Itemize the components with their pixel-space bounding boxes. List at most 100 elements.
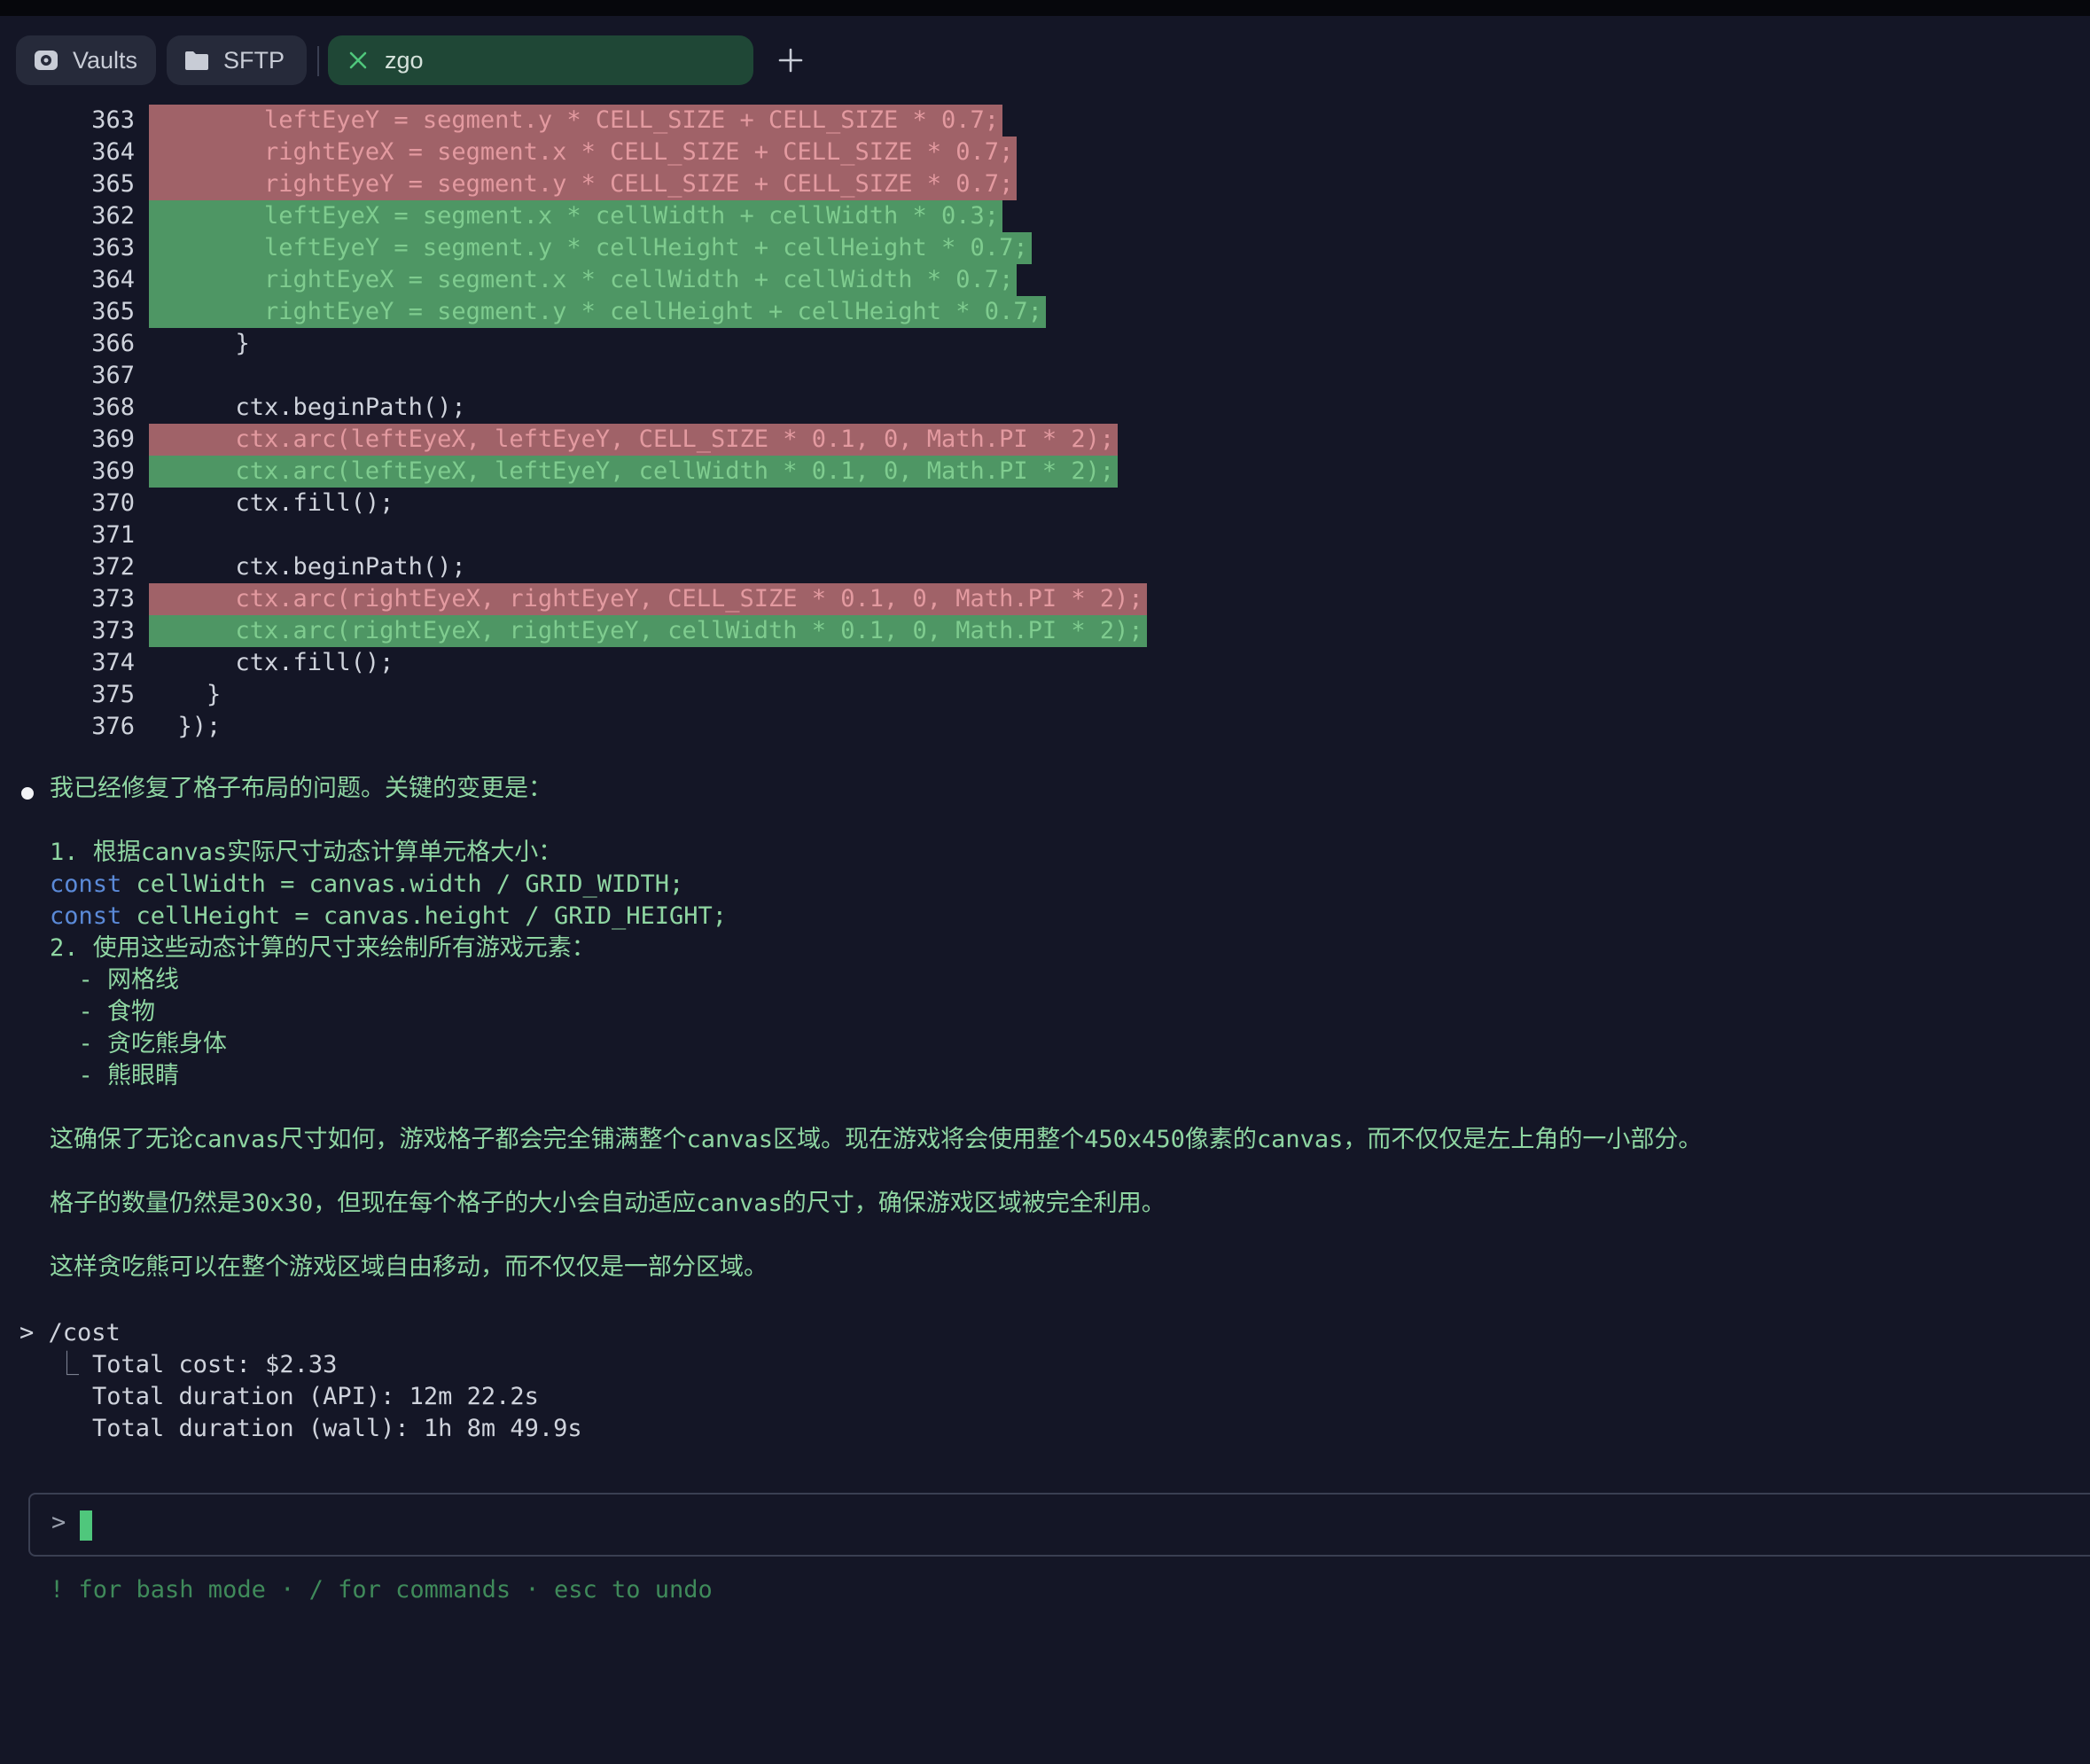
code-text: ctx.arc(rightEyeX, rightEyeY, cellWidth … — [149, 615, 1147, 647]
plus-icon — [778, 48, 803, 73]
diff-line-removed: 364 rightEyeX = segment.x * CELL_SIZE + … — [0, 137, 2090, 168]
code-text: rightEyeX = segment.x * CELL_SIZE + CELL… — [149, 137, 1018, 168]
code-text: rightEyeY = segment.y * CELL_SIZE + CELL… — [149, 168, 1018, 200]
prompt-input[interactable]: > — [28, 1493, 2090, 1557]
code-text: cellHeight = canvas.height / GRID_HEIGHT… — [121, 902, 728, 930]
diff-line-added: 373 ctx.arc(rightEyeX, rightEyeY, cellWi… — [0, 615, 2090, 647]
duration-api: Total duration (API): 12m 22.2s — [92, 1383, 539, 1410]
diff-line-added: 369 ctx.arc(leftEyeX, leftEyeY, cellWidt… — [0, 456, 2090, 488]
vault-icon — [32, 46, 60, 74]
code-text: rightEyeY = segment.y * cellHeight + cel… — [149, 296, 1046, 328]
line-number: 364 — [91, 266, 135, 293]
line-number: 363 — [91, 234, 135, 261]
tab-vaults-label: Vaults — [73, 46, 138, 74]
cost-command: > /cost — [19, 1319, 121, 1346]
line-number: 362 — [91, 202, 135, 230]
code-line: 371 — [0, 519, 2090, 551]
line-number: 366 — [91, 330, 135, 357]
tab-bar: Vaults SFTP zgo — [0, 16, 2090, 108]
line-number: 371 — [91, 521, 135, 549]
code-text: ctx.beginPath(); — [149, 553, 466, 581]
line-number: 367 — [91, 362, 135, 389]
line-number: 369 — [91, 457, 135, 485]
code-text: cellWidth = canvas.width / GRID_WIDTH; — [121, 870, 684, 898]
code-line: 375 } — [0, 679, 2090, 711]
code-text: ctx.fill(); — [149, 489, 394, 517]
new-tab-button[interactable] — [773, 43, 808, 78]
diff-line-removed: 369 ctx.arc(leftEyeX, leftEyeY, CELL_SIZ… — [0, 424, 2090, 456]
message-intro: 我已经修复了格子布局的问题。关键的变更是： — [50, 775, 552, 802]
list-item: - 食物 — [50, 998, 156, 1026]
code-text: } — [149, 681, 222, 708]
code-line: 372 ctx.beginPath(); — [0, 551, 2090, 583]
code-keyword: const — [50, 902, 122, 930]
tab-vaults[interactable]: Vaults — [16, 35, 156, 85]
tab-zgo-active[interactable]: zgo — [328, 35, 753, 85]
code-text: ctx.arc(rightEyeX, rightEyeY, CELL_SIZE … — [149, 583, 1147, 615]
message-paragraph-1: 这确保了无论canvas尺寸如何，游戏格子都会完全铺满整个canvas区域。现在… — [50, 1126, 1703, 1153]
list-item: - 网格线 — [50, 966, 180, 994]
message-step1: 1. 根据canvas实际尺寸动态计算单元格大小： — [50, 839, 563, 866]
folder-icon — [183, 46, 211, 74]
code-text: leftEyeY = segment.y * cellHeight + cell… — [149, 232, 1032, 264]
message-paragraph-3: 这样贪吃熊可以在整个游戏区域自由移动，而不仅仅是一部分区域。 — [50, 1253, 768, 1281]
message-step2: 2. 使用这些动态计算的尺寸来绘制所有游戏元素： — [50, 934, 596, 962]
code-text: } — [149, 330, 250, 357]
diff-line-added: 362 leftEyeX = segment.x * cellWidth + c… — [0, 200, 2090, 232]
input-hint: ! for bash mode · / for commands · esc t… — [50, 1576, 713, 1604]
duration-wall: Total duration (wall): 1h 8m 49.9s — [92, 1415, 582, 1442]
list-item: - 熊眼睛 — [50, 1062, 180, 1089]
prompt-chevron: > — [51, 1509, 66, 1536]
line-number: 370 — [91, 489, 135, 517]
line-number: 363 — [91, 106, 135, 134]
message-code-line-1: const cellWidth = canvas.width / GRID_WI… — [50, 869, 683, 901]
diff-line-added: 365 rightEyeY = segment.y * cellHeight +… — [0, 296, 2090, 328]
code-line: 374 ctx.fill(); — [0, 647, 2090, 679]
code-line: 376 }); — [0, 711, 2090, 743]
close-icon[interactable] — [344, 46, 372, 74]
list-item: - 贪吃熊身体 — [50, 1030, 228, 1058]
line-number: 372 — [91, 553, 135, 581]
code-text: leftEyeY = segment.y * CELL_SIZE + CELL_… — [149, 105, 1003, 137]
line-number: 373 — [91, 617, 135, 644]
tab-sftp[interactable]: SFTP — [167, 35, 307, 85]
message-code-line-2: const cellHeight = canvas.height / GRID_… — [50, 901, 727, 933]
window-top-border — [0, 0, 2090, 16]
line-number: 376 — [91, 713, 135, 740]
code-text: ctx.beginPath(); — [149, 394, 466, 421]
diff-line-removed: 365 rightEyeY = segment.y * CELL_SIZE + … — [0, 168, 2090, 200]
message-bullet — [21, 787, 34, 800]
code-line: 370 ctx.fill(); — [0, 488, 2090, 519]
diff-line-added: 364 rightEyeX = segment.x * cellWidth + … — [0, 264, 2090, 296]
code-text: rightEyeX = segment.x * cellWidth + cell… — [149, 264, 1018, 296]
line-number: 364 — [91, 138, 135, 166]
code-keyword: const — [50, 870, 122, 898]
tree-branch-icon: ⎿ — [55, 1351, 79, 1378]
line-number: 375 — [91, 681, 135, 708]
code-text: }); — [149, 713, 222, 740]
tab-sftp-label: SFTP — [223, 46, 285, 74]
line-number: 374 — [91, 649, 135, 676]
code-line: 368 ctx.beginPath(); — [0, 392, 2090, 424]
total-cost: Total cost: $2.33 — [92, 1351, 338, 1378]
text-cursor — [80, 1510, 92, 1541]
diff-code-block: 363 leftEyeY = segment.y * CELL_SIZE + C… — [0, 105, 2090, 743]
line-number: 369 — [91, 425, 135, 453]
line-number: 368 — [91, 394, 135, 421]
code-line: 367 — [0, 360, 2090, 392]
code-text: leftEyeX = segment.x * cellWidth + cellW… — [149, 200, 1003, 232]
line-number: 365 — [91, 170, 135, 198]
diff-line-removed: 373 ctx.arc(rightEyeX, rightEyeY, CELL_S… — [0, 583, 2090, 615]
tab-divider — [317, 46, 319, 76]
line-number: 365 — [91, 298, 135, 325]
line-number: 373 — [91, 585, 135, 613]
message-paragraph-2: 格子的数量仍然是30x30，但现在每个格子的大小会自动适应canvas的尺寸，确… — [50, 1190, 1166, 1217]
diff-line-added: 363 leftEyeY = segment.y * cellHeight + … — [0, 232, 2090, 264]
code-line: 366 } — [0, 328, 2090, 360]
code-text: ctx.arc(leftEyeX, leftEyeY, CELL_SIZE * … — [149, 424, 1119, 456]
code-text: ctx.fill(); — [149, 649, 394, 676]
diff-line-removed: 363 leftEyeY = segment.y * CELL_SIZE + C… — [0, 105, 2090, 137]
tab-zgo-label: zgo — [385, 46, 424, 74]
